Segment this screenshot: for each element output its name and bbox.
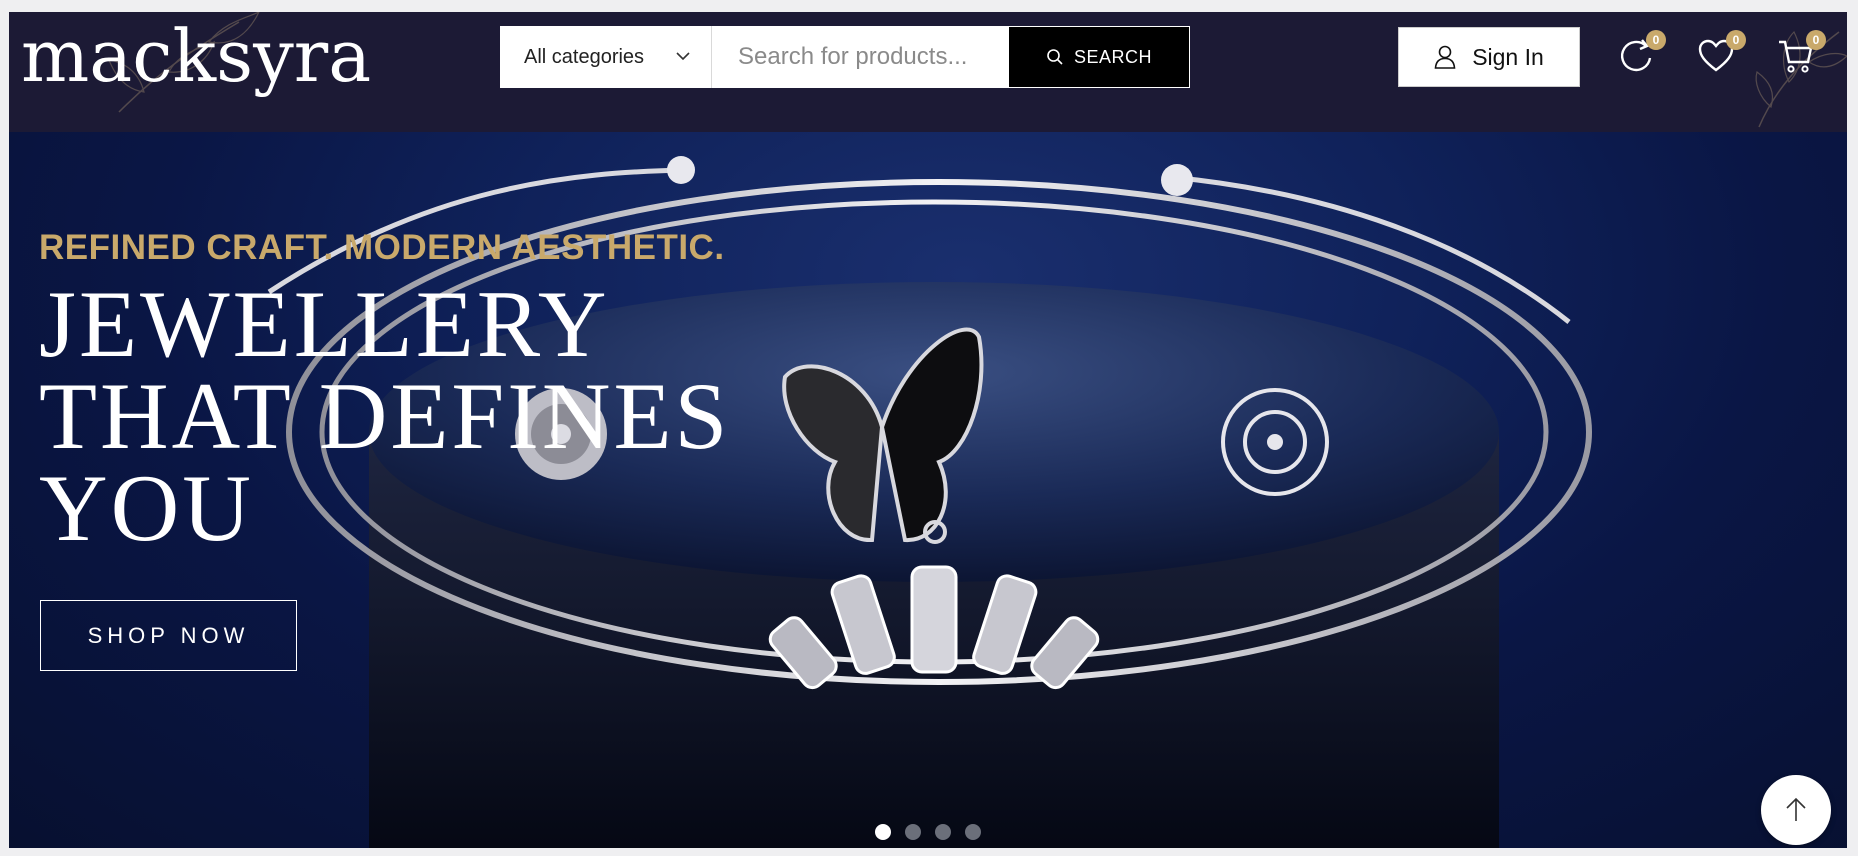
compare-count-badge: 0 [1646,30,1666,50]
hero-headline-line: YOU [39,455,254,561]
hero-headline-line: JEWELLERY [39,271,610,377]
search-bar: All categories SEARCH [500,26,1190,88]
scroll-to-top-button[interactable] [1761,775,1831,845]
sign-in-button[interactable]: Sign In [1398,27,1580,87]
shop-now-button[interactable]: SHOP NOW [40,600,297,671]
brand-logo[interactable]: macksyra [21,20,371,92]
site-header: macksyra All categories SEARCH [9,12,1847,132]
wishlist-button[interactable]: 0 [1696,30,1746,76]
carousel-dot-4[interactable] [965,824,981,840]
search-input[interactable] [712,26,1008,88]
search-icon [1047,49,1063,65]
carousel-dot-1[interactable] [875,824,891,840]
hero-banner: REFINED CRAFT. MODERN AESTHETIC. JEWELLE… [9,132,1847,848]
carousel-dot-3[interactable] [935,824,951,840]
carousel-pagination [875,824,981,840]
chevron-down-icon [676,52,690,61]
sign-in-label: Sign In [1472,43,1544,70]
category-select[interactable]: All categories [500,26,712,88]
search-button-label: SEARCH [1073,46,1152,67]
hero-headline-line: THAT DEFINES [39,363,731,469]
page-frame: macksyra All categories SEARCH [9,12,1847,848]
search-button[interactable]: SEARCH [1008,26,1190,88]
hero-headline: JEWELLERY THAT DEFINES YOU [39,271,799,561]
compare-button[interactable]: 0 [1616,30,1666,76]
hero-eyebrow-text: REFINED CRAFT. MODERN AESTHETIC. [39,228,725,267]
cart-button[interactable]: 0 [1776,30,1826,76]
user-icon [1434,45,1456,69]
carousel-dot-2[interactable] [905,824,921,840]
wishlist-count-badge: 0 [1726,30,1746,50]
cart-count-badge: 0 [1806,30,1826,50]
category-select-value: All categories [524,45,645,68]
arrow-up-icon [1786,797,1806,821]
